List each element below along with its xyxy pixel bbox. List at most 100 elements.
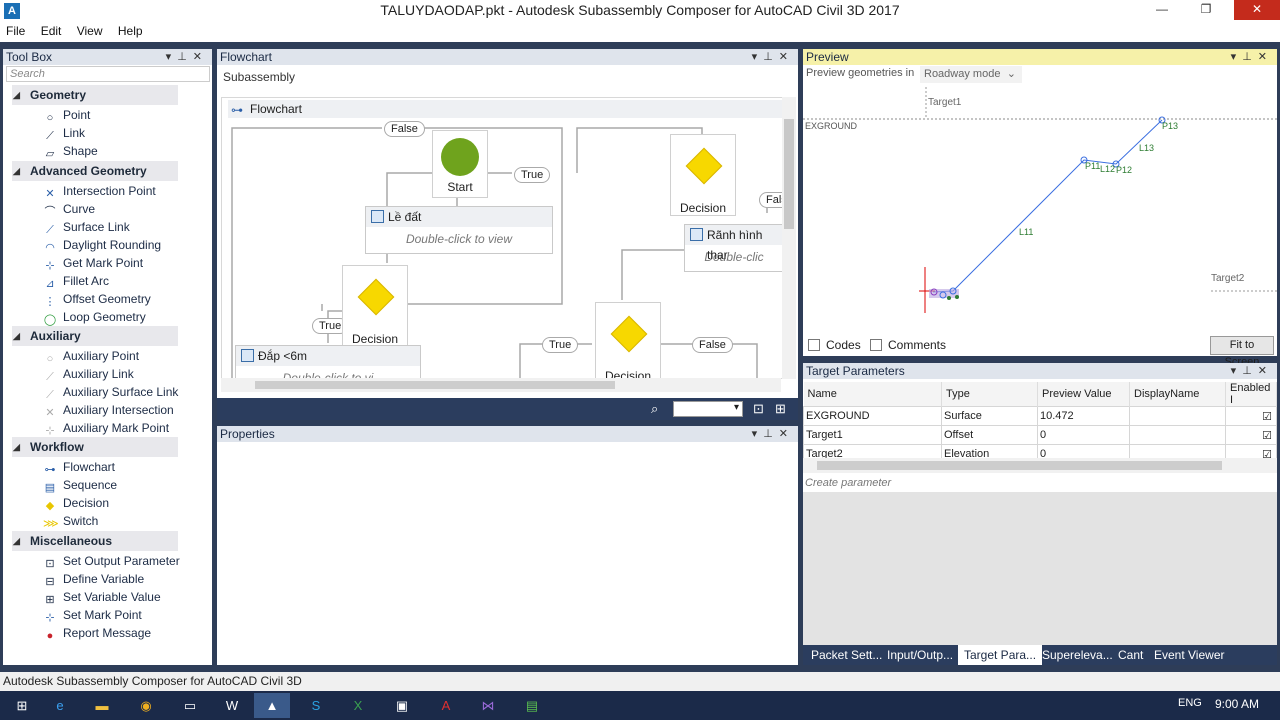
tool-surface-link[interactable]: ⟋ Surface Link <box>43 218 130 236</box>
explorer-icon[interactable]: ▬ <box>84 693 120 718</box>
activity-ranh-hinh-thang[interactable]: Rãnh hình thar Double-clic <box>684 224 782 272</box>
restore-button[interactable]: ❐ <box>1192 0 1220 20</box>
tool-set-output-parameter[interactable]: ⊡ Set Output Parameter <box>43 552 179 570</box>
close-button[interactable]: ✕ <box>1234 0 1280 20</box>
autocad-icon[interactable]: A <box>428 693 464 718</box>
tool-define-variable[interactable]: ⊟ Define Variable <box>43 570 144 588</box>
table-row[interactable]: EXGROUND Surface 10.472 ☑ <box>803 406 1277 426</box>
column-header-enabled[interactable]: Enabled I <box>1225 382 1277 407</box>
tool-switch[interactable]: ⋙ Switch <box>43 512 98 530</box>
start-icon[interactable]: ⊞ <box>4 693 40 718</box>
preview-mode-select[interactable]: Roadway mode ⌄ <box>920 66 1022 83</box>
skype-icon[interactable]: S <box>298 693 334 718</box>
panel-pin-close-icons[interactable]: ▾⊥✕ <box>166 49 208 65</box>
tool-get-mark-point[interactable]: ⊹ Get Mark Point <box>43 254 143 272</box>
comments-checkbox[interactable]: Comments <box>870 338 946 352</box>
create-parameter-row[interactable]: Create parameter <box>803 474 1277 492</box>
scrollbar-thumb[interactable] <box>784 119 794 229</box>
picture-icon[interactable]: ▣ <box>384 693 420 718</box>
tool-point[interactable]: ○ Point <box>43 106 91 124</box>
activity-dap-6m[interactable]: Đắp <6m Double-click to vi <box>235 345 421 378</box>
collapse-triangle-icon[interactable]: ◢ <box>13 531 20 551</box>
tool-intersection-point[interactable]: ✕ Intersection Point <box>43 182 155 200</box>
excel-icon[interactable]: X <box>340 693 376 718</box>
cell-name[interactable]: EXGROUND <box>803 406 942 426</box>
tool-daylight-rounding[interactable]: ◠ Daylight Rounding <box>43 236 161 254</box>
group-auxiliary[interactable]: ◢ Auxiliary <box>12 326 178 346</box>
folder-icon[interactable]: ▭ <box>172 693 208 718</box>
tab-packet-settings[interactable]: Packet Sett... <box>811 645 882 665</box>
flowchart-vertical-scrollbar[interactable] <box>782 97 796 379</box>
overview-icon[interactable]: ⊞ <box>775 401 786 417</box>
flowchart-horizontal-scrollbar[interactable] <box>221 378 781 392</box>
app-icon[interactable]: ▤ <box>514 693 550 718</box>
column-header-name[interactable]: Name <box>803 382 942 407</box>
visual-studio-icon[interactable]: ⋈ <box>470 693 506 718</box>
cell-name[interactable]: Target1 <box>803 425 942 445</box>
ie-icon[interactable]: e <box>42 693 78 718</box>
magnifier-icon[interactable]: ⌕ <box>651 401 658 417</box>
tool-set-variable-value[interactable]: ⊞ Set Variable Value <box>43 588 160 606</box>
decision-node[interactable]: Decision <box>342 265 408 347</box>
tab-target-parameters[interactable]: Target Para... <box>958 645 1043 665</box>
panel-pin-close-icons[interactable]: ▾⊥✕ <box>752 426 794 442</box>
panel-pin-close-icons[interactable]: ▾⊥✕ <box>1231 49 1273 65</box>
tool-flowchart[interactable]: ⊶ Flowchart <box>43 458 116 476</box>
tab-superelevation[interactable]: Supereleva... <box>1042 645 1113 665</box>
group-advanced-geometry[interactable]: ◢ Advanced Geometry <box>12 161 178 181</box>
cell-type[interactable]: Offset <box>941 425 1038 445</box>
enabled-checkbox[interactable]: ☑ <box>1225 425 1277 445</box>
flowchart-canvas[interactable]: ⊶ Flowchart False True Fals True True Fa… <box>221 97 783 379</box>
column-header-type[interactable]: Type <box>941 382 1038 407</box>
menu-view[interactable]: View <box>71 22 109 38</box>
tool-report-message[interactable]: ● Report Message <box>43 624 151 642</box>
panel-pin-close-icons[interactable]: ▾⊥✕ <box>1231 363 1273 379</box>
fit-icon[interactable]: ⊡ <box>753 401 764 417</box>
chrome-icon[interactable]: ◉ <box>128 693 164 718</box>
menu-help[interactable]: Help <box>112 22 149 38</box>
tool-decision[interactable]: ◆ Decision <box>43 494 109 512</box>
fit-to-screen-button[interactable]: Fit to Screen <box>1210 336 1274 368</box>
activity-le-dat[interactable]: Lề đất Double-click to view <box>365 206 553 254</box>
cell-displayname[interactable] <box>1129 406 1226 426</box>
minimize-button[interactable]: — <box>1148 0 1176 20</box>
clock[interactable]: 9:00 AM <box>1215 697 1259 711</box>
tool-auxiliary-point[interactable]: ○ Auxiliary Point <box>43 347 139 365</box>
group-miscellaneous[interactable]: ◢ Miscellaneous <box>12 531 178 551</box>
tool-set-mark-point[interactable]: ⊹ Set Mark Point <box>43 606 141 624</box>
tool-auxiliary-surface-link[interactable]: ⟋ Auxiliary Surface Link <box>43 383 178 401</box>
group-workflow[interactable]: ◢ Workflow <box>12 437 178 457</box>
subassembly-composer-icon[interactable]: ▲ <box>254 693 290 718</box>
menu-edit[interactable]: Edit <box>35 22 68 38</box>
collapse-triangle-icon[interactable]: ◢ <box>13 326 20 346</box>
tool-auxiliary-link[interactable]: ⟋ Auxiliary Link <box>43 365 134 383</box>
tool-curve[interactable]: ⌒ Curve <box>43 200 96 218</box>
tool-auxiliary-mark-point[interactable]: ⊹ Auxiliary Mark Point <box>43 419 169 437</box>
collapse-triangle-icon[interactable]: ◢ <box>13 437 20 457</box>
zoom-select[interactable]: ▾ <box>673 401 743 417</box>
cell-preview-value[interactable]: 0 <box>1037 425 1130 445</box>
preview-canvas[interactable]: Target1 EXGROUND Target2 L11 L13 P11 L12… <box>803 85 1277 325</box>
column-header-preview-value[interactable]: Preview Value <box>1037 382 1130 407</box>
menu-file[interactable]: File <box>0 22 31 38</box>
tool-link[interactable]: ⟋ Link <box>43 124 85 142</box>
scrollbar-thumb[interactable] <box>817 461 1222 470</box>
decision-node[interactable]: Decision <box>670 134 736 216</box>
cell-preview-value[interactable]: 10.472 <box>1037 406 1130 426</box>
collapse-triangle-icon[interactable]: ◢ <box>13 161 20 181</box>
language-indicator[interactable]: ENG <box>1178 697 1202 709</box>
tool-shape[interactable]: ▱ Shape <box>43 142 98 160</box>
decision-node[interactable]: Decision <box>595 302 661 378</box>
word-icon[interactable]: W <box>214 693 250 718</box>
codes-checkbox[interactable]: Codes <box>808 338 861 352</box>
tool-fillet-arc[interactable]: ⊿ Fillet Arc <box>43 272 109 290</box>
tool-sequence[interactable]: ▤ Sequence <box>43 476 117 494</box>
tab-event-viewer[interactable]: Event Viewer <box>1154 645 1224 665</box>
enabled-checkbox[interactable]: ☑ <box>1225 406 1277 426</box>
start-node[interactable]: Start <box>432 130 488 198</box>
collapse-triangle-icon[interactable]: ◢ <box>13 85 20 105</box>
column-header-displayname[interactable]: DisplayName <box>1129 382 1226 407</box>
tool-loop-geometry[interactable]: ◯ Loop Geometry <box>43 308 146 326</box>
scrollbar-thumb[interactable] <box>255 381 615 389</box>
group-geometry[interactable]: ◢ Geometry <box>12 85 178 105</box>
